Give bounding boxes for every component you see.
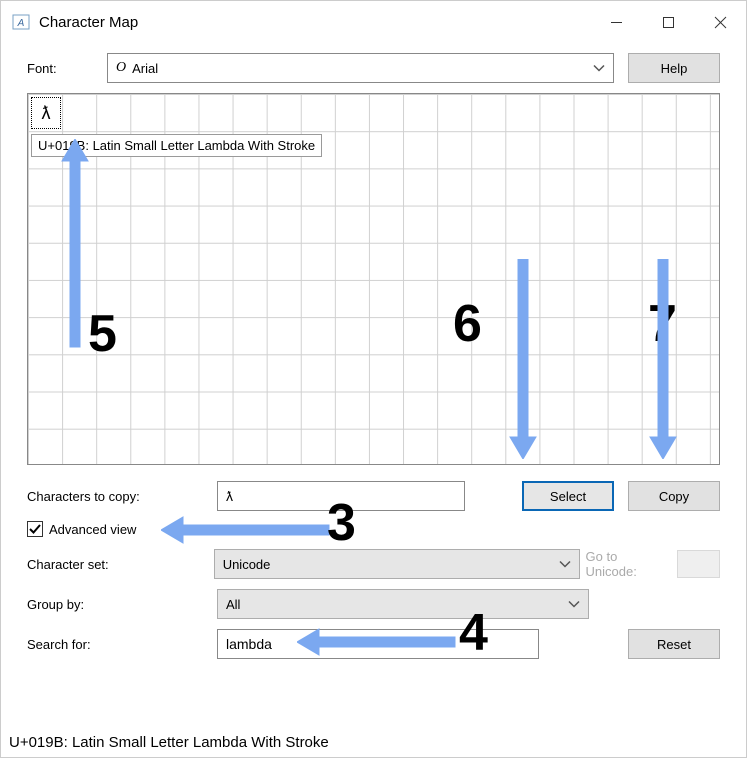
character-tooltip: U+019B: Latin Small Letter Lambda With S… [31,134,322,157]
chevron-down-icon [559,557,571,572]
goto-unicode-input [677,550,720,578]
goto-unicode-label: Go to Unicode: [586,549,671,579]
charset-label: Character set: [27,557,214,572]
select-button[interactable]: Select [522,481,614,511]
font-select[interactable]: O Arial [107,53,614,83]
annotation-6: 6 [453,294,482,354]
help-button[interactable]: Help [628,53,720,83]
charset-select[interactable]: Unicode [214,549,580,579]
chars-to-copy-label: Characters to copy: [27,489,217,504]
search-label: Search for: [27,637,217,652]
chevron-down-icon [593,61,605,76]
chevron-down-icon [568,597,580,612]
annotation-3: 3 [327,493,356,553]
groupby-select[interactable]: All [217,589,589,619]
annotation-arrow-3 [161,515,331,545]
search-input[interactable]: lambda [217,629,539,659]
advanced-view-label: Advanced view [49,522,136,537]
annotation-5: 5 [88,304,117,364]
character-grid[interactable]: ƛ U+019B: Latin Small Letter Lambda With… [27,93,720,465]
window-title: Character Map [39,14,138,31]
annotation-4: 4 [459,603,488,663]
annotation-7: 7 [648,294,677,354]
groupby-label: Group by: [27,597,217,612]
font-value: Arial [132,61,158,76]
minimize-button[interactable] [590,1,642,43]
svg-text:A: A [17,18,25,29]
advanced-view-checkbox[interactable] [27,521,43,537]
font-icon: O [116,60,126,76]
copy-button[interactable]: Copy [628,481,720,511]
maximize-button[interactable] [642,1,694,43]
app-icon: A [11,12,31,32]
font-label: Font: [27,61,107,76]
close-button[interactable] [694,1,746,43]
character-cell-selected[interactable]: ƛ [31,97,61,129]
status-bar: U+019B: Latin Small Letter Lambda With S… [1,730,746,757]
title-bar: A Character Map [1,1,746,43]
reset-button[interactable]: Reset [628,629,720,659]
